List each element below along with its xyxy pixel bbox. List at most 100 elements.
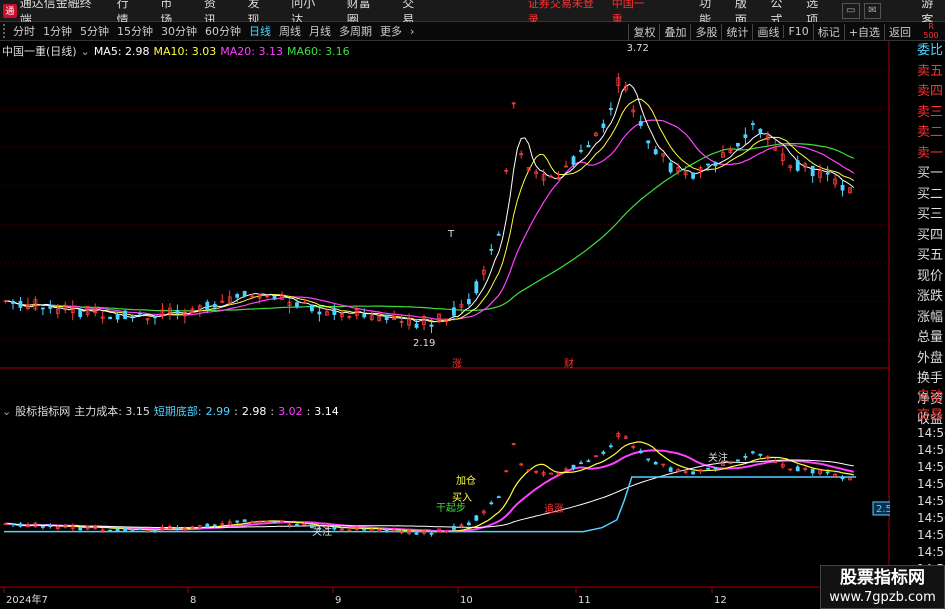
price-candle: [18, 300, 23, 308]
f10-button[interactable]: F10: [783, 25, 812, 38]
r500-text: R 500: [923, 22, 939, 40]
indicator-title: 股标指标网: [15, 405, 71, 418]
sidebar-item-0[interactable]: 委比: [917, 41, 945, 62]
period-5min[interactable]: 5分钟: [80, 23, 109, 39]
period-monthly[interactable]: 月线: [309, 23, 331, 39]
price-candle: [466, 299, 471, 305]
signal-label: 追涨: [544, 502, 564, 515]
price-candle: [205, 301, 210, 311]
r500-badge[interactable]: R 500: [917, 22, 945, 41]
period-60min[interactable]: 60分钟: [205, 23, 241, 39]
x-tick-label: 10: [460, 595, 473, 606]
sidebar-item-7[interactable]: 买二: [917, 185, 945, 206]
price-candle: [384, 314, 389, 320]
auto-label[interactable]: 自动: [917, 387, 945, 406]
trade-sidebar: 自动 交易 14:56 14:56 14:56 14:56 14:56 14:56 14:5…: [917, 387, 945, 578]
price-candle: [78, 310, 83, 317]
time-row: 14:56: [917, 528, 945, 542]
x-tick-label: 11: [578, 595, 591, 606]
sidebar-item-6[interactable]: 买一: [917, 164, 945, 185]
chevron-right-icon[interactable]: ›: [410, 25, 414, 38]
sidebar-item-9[interactable]: 买四: [917, 226, 945, 247]
price-candle: [825, 172, 830, 175]
price-candle: [638, 121, 643, 126]
sidebar-item-14[interactable]: 总量: [917, 328, 945, 349]
toolbar-right: 复权 叠加 多股 统计 画线 F10 标记 +自选 返回: [628, 22, 915, 41]
stats-button[interactable]: 统计: [721, 23, 752, 40]
t-marker: T: [447, 229, 455, 240]
sub-candle: [242, 519, 247, 522]
high-price-label: 3.72: [627, 43, 649, 54]
sub-candle: [653, 461, 658, 465]
signal-label: 关注: [312, 525, 332, 538]
ma10-label: MA10: 3.03: [153, 44, 217, 58]
price-candle: [601, 123, 606, 128]
period-weekly[interactable]: 周线: [279, 23, 301, 39]
sub-candle: [586, 460, 591, 463]
sidebar-item-2[interactable]: 卖四: [917, 82, 945, 103]
price-candle: [332, 308, 337, 316]
period-daily[interactable]: 日线: [249, 23, 271, 39]
period-15min[interactable]: 15分钟: [117, 23, 153, 39]
period-1min[interactable]: 1分钟: [43, 23, 72, 39]
sub-candle: [48, 525, 53, 528]
sidebar-item-8[interactable]: 买三: [917, 205, 945, 226]
sidebar-item-4[interactable]: 卖二: [917, 123, 945, 144]
chevron-down-icon[interactable]: ⌄: [81, 45, 90, 58]
period-multi[interactable]: 多周期: [339, 23, 372, 39]
multi-stock-button[interactable]: 多股: [690, 23, 721, 40]
sub-candle: [11, 523, 15, 526]
price-candle: [108, 316, 113, 320]
sub-candle: [579, 462, 583, 465]
price-candle: [653, 149, 658, 155]
sub-candle: [706, 467, 710, 470]
price-candle: [138, 312, 142, 315]
mark-button[interactable]: 标记: [812, 23, 844, 40]
sidebar-item-13[interactable]: 涨幅: [917, 308, 945, 329]
price-candle: [743, 134, 748, 138]
chat-icon[interactable]: ✉: [863, 2, 882, 19]
back-button[interactable]: 返回: [884, 23, 915, 40]
sidebar-item-5[interactable]: 卖一: [917, 144, 945, 165]
sidebar-item-11[interactable]: 现价: [917, 267, 945, 288]
value-separator: :: [270, 404, 275, 418]
price-candle: [496, 233, 501, 236]
price-candle: [317, 311, 322, 315]
sidebar-item-15[interactable]: 外盘: [917, 349, 945, 370]
price-candle: [429, 324, 434, 327]
sub-candle: [18, 523, 23, 527]
signal-label: 关注: [708, 451, 728, 464]
sub-candle: [646, 458, 651, 461]
sidebar-item-12[interactable]: 涨跌: [917, 287, 945, 308]
trade-label[interactable]: 交易: [917, 406, 945, 425]
kline-chart[interactable]: 3.603.403.203.002.802.602.402.203.503.25…: [0, 41, 890, 609]
sidebar-item-10[interactable]: 买五: [917, 246, 945, 267]
toolbar-handle-icon[interactable]: [3, 24, 9, 38]
price-candle: [272, 296, 277, 300]
period-30min[interactable]: 30分钟: [161, 23, 197, 39]
period-more[interactable]: 更多: [380, 23, 402, 39]
sub-candle: [474, 515, 479, 521]
settings-icon[interactable]: ⌄: [2, 405, 11, 418]
add-watchlist-button[interactable]: +自选: [843, 23, 884, 40]
x-tick-label: 2024年7: [6, 593, 48, 606]
screen-icon[interactable]: ▭: [841, 2, 860, 19]
price-candle: [758, 128, 763, 133]
adjust-button[interactable]: 复权: [628, 23, 659, 40]
draw-line-button[interactable]: 画线: [752, 23, 783, 40]
overlay-button[interactable]: 叠加: [659, 23, 690, 40]
sub-candle: [736, 459, 740, 462]
price-candle: [750, 123, 755, 125]
price-candle: [691, 172, 695, 179]
sub-candle: [549, 472, 553, 475]
sidebar-item-1[interactable]: 卖五: [917, 62, 945, 83]
price-candle: [40, 307, 45, 310]
site-watermark: 股票指标网 www.7gpzb.com: [820, 565, 945, 609]
sub-value-2: 2.98: [241, 404, 267, 418]
period-timeshare[interactable]: 分时: [13, 23, 35, 39]
sub-candle: [384, 528, 389, 532]
sub-candle: [496, 496, 501, 499]
price-candle: [235, 294, 240, 298]
price-candle: [736, 142, 740, 147]
sidebar-item-3[interactable]: 卖三: [917, 103, 945, 124]
